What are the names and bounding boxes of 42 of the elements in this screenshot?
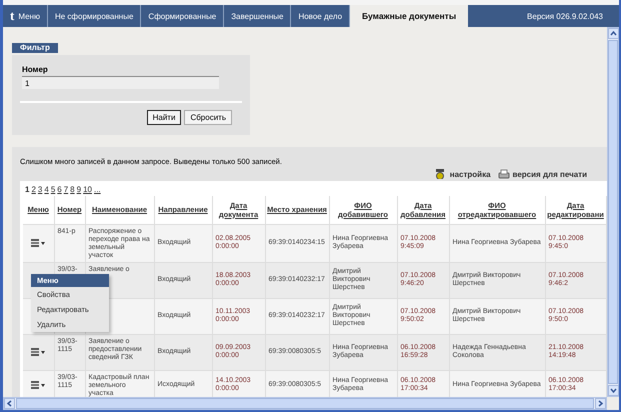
page-link[interactable]: ... [94, 185, 101, 195]
chevron-down-icon [610, 387, 617, 394]
chevron-right-icon [597, 400, 604, 407]
page-link[interactable]: 8 [70, 185, 75, 195]
list-menu-icon [31, 380, 46, 390]
page-link[interactable]: 1 [25, 185, 30, 195]
chevron-up-icon [610, 30, 617, 37]
page-link[interactable]: 5 [50, 185, 56, 195]
button[interactable]: Найти [146, 110, 182, 125]
page-link[interactable]: 3 [38, 185, 42, 195]
link[interactable]: настройка [450, 170, 491, 178]
scroll-right-button[interactable] [595, 398, 606, 409]
filter-heading: Фильтр [12, 43, 58, 53]
page-link[interactable]: 2 [31, 185, 36, 195]
scrollbar-thumb[interactable] [608, 40, 618, 384]
tab[interactable]: Сформированные [141, 5, 224, 27]
field-label: Номер [22, 65, 49, 74]
scroll-left-button[interactable] [4, 398, 15, 409]
tab[interactable]: Бумажные документы [350, 5, 468, 27]
tab-label: Меню [18, 12, 40, 20]
number-field[interactable]: 1 [22, 76, 219, 89]
page-link[interactable]: 9 [76, 185, 82, 195]
button[interactable]: Сбросить [184, 110, 232, 125]
scroll-up-button[interactable] [608, 28, 619, 39]
version-label: Версия 026.9.02.043 [527, 12, 604, 20]
horizontal-scrollbar[interactable] [3, 397, 607, 410]
printer-icon [498, 169, 510, 179]
chevron-left-icon [6, 400, 13, 407]
logo: t [10, 8, 14, 24]
scrollbar-thumb[interactable] [16, 398, 594, 409]
tab[interactable]: Не сформированные [48, 5, 142, 27]
list-menu-icon [31, 347, 46, 357]
page-link[interactable]: 4 [44, 185, 49, 195]
page-link[interactable]: 7 [64, 185, 68, 195]
vertical-scrollbar[interactable] [607, 27, 619, 397]
scroll-down-button[interactable] [608, 385, 619, 396]
page-link[interactable]: 6 [57, 185, 62, 195]
list-menu-icon [31, 238, 46, 248]
menu-tab[interactable]: t Меню [3, 5, 48, 27]
page-link[interactable]: 10 [83, 185, 92, 195]
tab[interactable]: Завершенные [224, 5, 292, 27]
link[interactable]: версия для печати [512, 170, 587, 178]
